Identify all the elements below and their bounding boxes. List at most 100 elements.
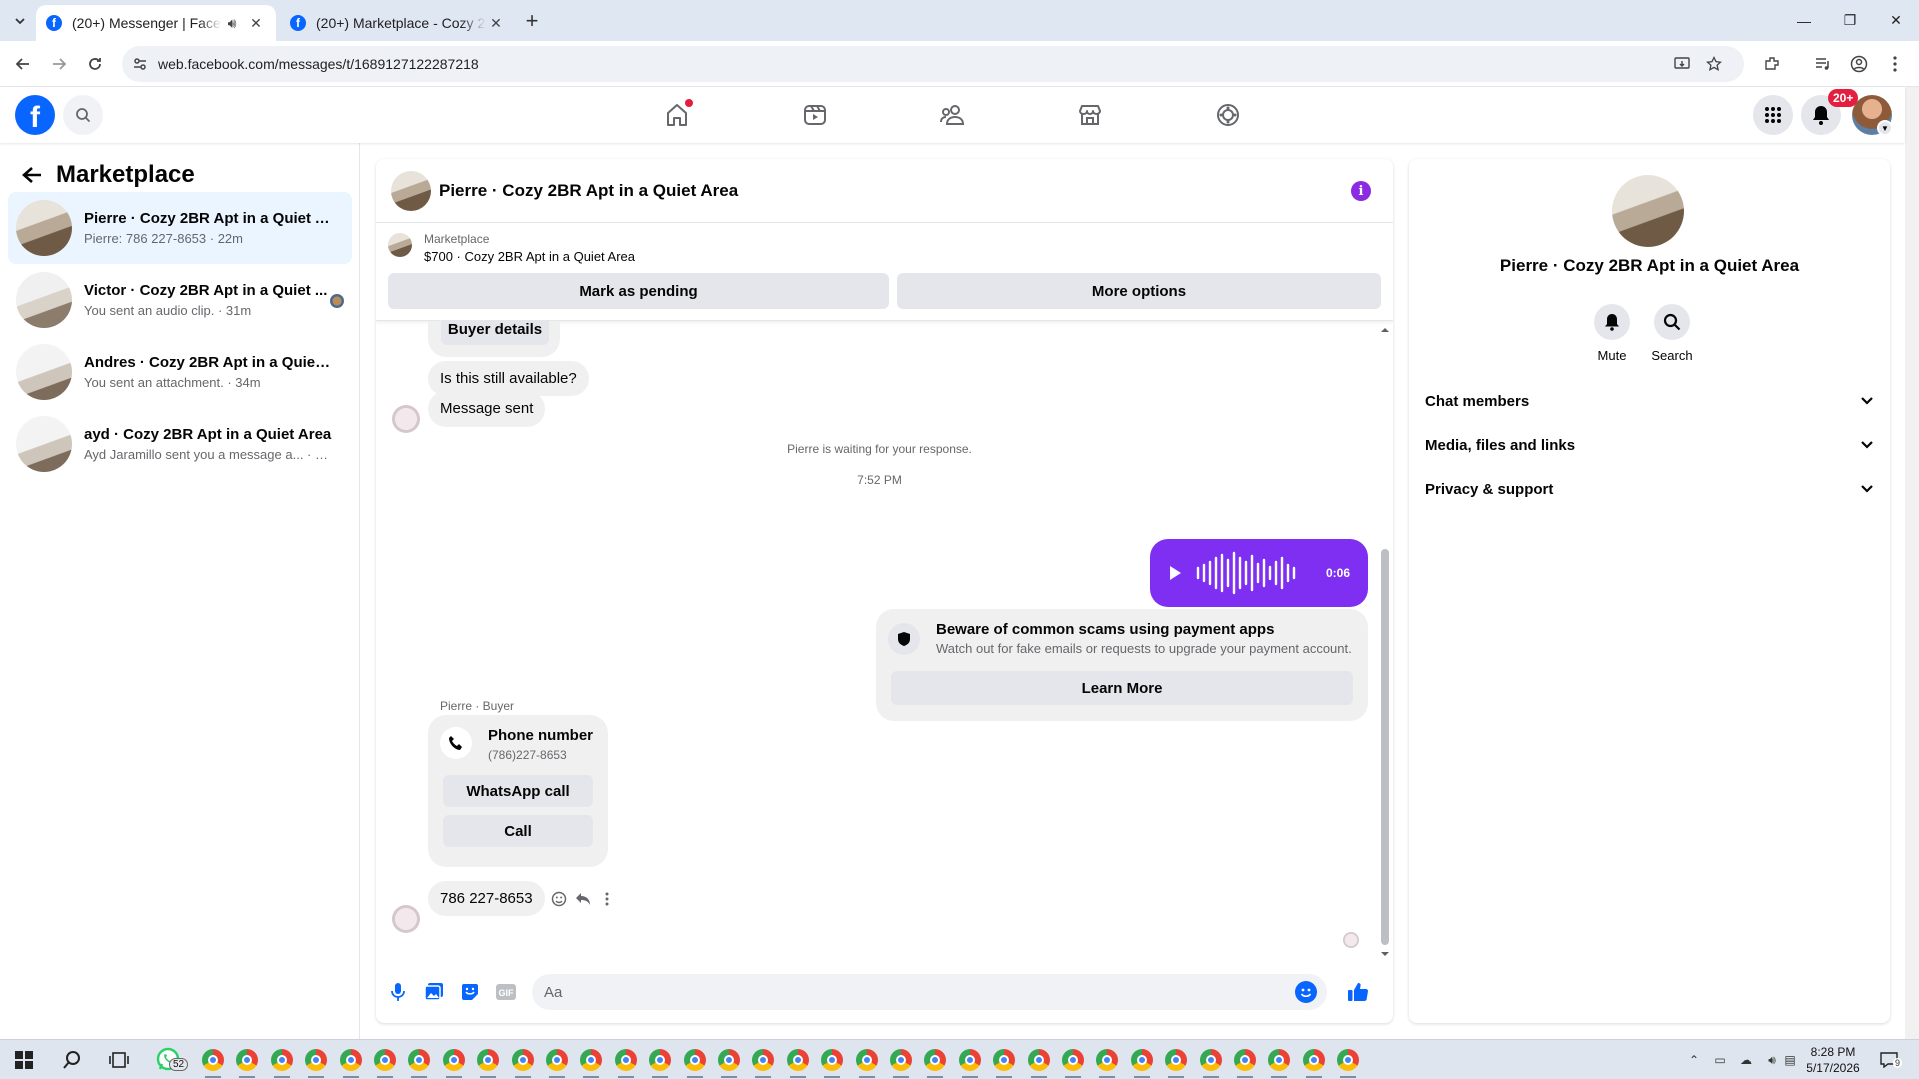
section-privacy-support[interactable]: Privacy & support [1425, 467, 1874, 511]
chrome-taskbar-icon[interactable] [646, 1046, 674, 1078]
call-button[interactable]: Call [443, 815, 593, 847]
listing-thumbnail[interactable] [388, 233, 412, 257]
audio-message[interactable]: 0:06 [1150, 539, 1368, 607]
close-window-button[interactable]: ✕ [1873, 0, 1919, 41]
chrome-taskbar-icon[interactable] [233, 1046, 261, 1078]
thumbs-up-icon[interactable] [1346, 980, 1370, 1004]
back-button[interactable] [9, 50, 37, 78]
close-tab-icon[interactable]: ✕ [486, 13, 506, 33]
section-media-files-links[interactable]: Media, files and links [1425, 423, 1874, 467]
chat-scroll-thumb[interactable] [1381, 549, 1389, 945]
react-emoji-icon[interactable] [548, 888, 570, 910]
nav-home[interactable] [621, 91, 733, 139]
chrome-taskbar-icon[interactable] [612, 1046, 640, 1078]
back-arrow-icon[interactable] [14, 157, 50, 193]
chrome-taskbar-icon[interactable] [681, 1046, 709, 1078]
sticker-icon[interactable] [458, 980, 482, 1004]
chrome-taskbar-icon[interactable] [1128, 1046, 1156, 1078]
message-input[interactable]: Aa [532, 974, 1327, 1010]
chrome-taskbar-icon[interactable] [1059, 1046, 1087, 1078]
chrome-taskbar-icon[interactable] [1025, 1046, 1053, 1078]
emoji-icon[interactable] [1295, 981, 1317, 1003]
chrome-taskbar-icon[interactable] [405, 1046, 433, 1078]
chrome-taskbar-icon[interactable] [474, 1046, 502, 1078]
chat-scrollbar[interactable] [1378, 323, 1392, 959]
browser-tab-messenger[interactable]: f (20+) Messenger | Facebook 🔊︎ ✕ [36, 5, 276, 41]
learn-more-button[interactable]: Learn More [891, 671, 1353, 705]
conversation-item-victor[interactable]: Victor · Cozy 2BR Apt in a Quiet ... You… [8, 264, 352, 336]
tab-search-button[interactable] [8, 9, 32, 33]
chrome-taskbar-icon[interactable] [921, 1046, 949, 1078]
chrome-taskbar-icon[interactable] [1162, 1046, 1190, 1078]
whatsapp-call-button[interactable]: WhatsApp call [443, 775, 593, 807]
install-app-icon[interactable] [1666, 46, 1698, 82]
microphone-icon[interactable] [386, 980, 410, 1004]
windows-start-icon[interactable] [10, 1046, 38, 1074]
page-scrollbar[interactable] [1905, 87, 1919, 1039]
mark-as-pending-button[interactable]: Mark as pending [388, 273, 889, 309]
more-actions-icon[interactable] [596, 888, 618, 910]
conversation-item-pierre[interactable]: Pierre · Cozy 2BR Apt in a Quiet Ar... P… [8, 192, 352, 264]
search-in-conversation-button[interactable]: Search [1642, 304, 1702, 363]
taskbar-clock[interactable]: 8:28 PM 5/17/2026 [1798, 1044, 1868, 1076]
network-icon[interactable]: ▤ [1780, 1050, 1800, 1070]
chevron-down-icon[interactable]: ▼ [1877, 120, 1893, 136]
cloud-icon[interactable]: ☁ [1736, 1050, 1756, 1070]
facebook-logo-icon[interactable]: f [15, 95, 55, 135]
gif-icon[interactable]: GIF [494, 980, 518, 1004]
extensions-icon[interactable] [1758, 50, 1786, 78]
chat-avatar[interactable] [391, 170, 431, 211]
chrome-taskbar-icon[interactable] [337, 1046, 365, 1078]
chrome-taskbar-icon[interactable] [268, 1046, 296, 1078]
chrome-taskbar-icon[interactable] [577, 1046, 605, 1078]
task-view-icon[interactable] [105, 1046, 133, 1074]
chrome-taskbar-icon[interactable] [818, 1046, 846, 1078]
reload-button[interactable] [81, 50, 109, 78]
nav-video[interactable] [759, 91, 871, 139]
listing-price-title[interactable]: $700 · Cozy 2BR Apt in a Quiet Area [424, 249, 635, 264]
chrome-taskbar-icon[interactable] [853, 1046, 881, 1078]
nav-gaming[interactable] [1172, 91, 1284, 139]
media-control-icon[interactable] [1809, 50, 1837, 78]
chrome-taskbar-icon[interactable] [509, 1046, 537, 1078]
chat-title[interactable]: Pierre · Cozy 2BR Apt in a Quiet Area [439, 181, 738, 201]
chrome-taskbar-icon[interactable] [1300, 1046, 1328, 1078]
chrome-taskbar-icon[interactable] [1265, 1046, 1293, 1078]
profile-icon[interactable] [1845, 50, 1873, 78]
close-tab-icon[interactable]: ✕ [246, 13, 266, 33]
nav-marketplace[interactable] [1034, 91, 1146, 139]
search-icon[interactable] [58, 1046, 86, 1074]
chrome-taskbar-icon[interactable] [1093, 1046, 1121, 1078]
bookmark-star-icon[interactable] [1698, 46, 1730, 82]
browser-menu-icon[interactable] [1881, 50, 1909, 78]
chevron-up-icon[interactable]: ⌃ [1684, 1050, 1704, 1070]
forward-button[interactable] [45, 50, 73, 78]
chrome-taskbar-icon[interactable] [1334, 1046, 1362, 1078]
chrome-taskbar-icon[interactable] [749, 1046, 777, 1078]
reply-icon[interactable] [572, 888, 594, 910]
photo-attach-icon[interactable] [422, 980, 446, 1004]
conversation-item-andres[interactable]: Andres · Cozy 2BR Apt in a Quiet ... You… [8, 336, 352, 408]
site-info-icon[interactable] [124, 46, 156, 82]
browser-tab-marketplace[interactable]: f (20+) Marketplace - Cozy 2BR A ✕ [280, 5, 516, 41]
chrome-taskbar-icon[interactable] [302, 1046, 330, 1078]
notification-center-icon[interactable]: 9 [1876, 1050, 1902, 1070]
chrome-taskbar-icon[interactable] [990, 1046, 1018, 1078]
nav-friends[interactable] [897, 91, 1009, 139]
minimize-button[interactable]: — [1781, 0, 1827, 41]
volume-icon[interactable]: 🔊︎ [1762, 1050, 1782, 1070]
restore-button[interactable]: ❐ [1827, 0, 1873, 41]
new-tab-button[interactable]: + [520, 8, 544, 33]
info-icon[interactable]: i [1351, 181, 1371, 201]
speaker-icon[interactable]: 🔊︎ [222, 13, 242, 33]
chrome-taskbar-icon[interactable] [784, 1046, 812, 1078]
menu-button[interactable] [1753, 95, 1793, 135]
chrome-taskbar-icon[interactable] [543, 1046, 571, 1078]
chrome-taskbar-icon[interactable] [1197, 1046, 1225, 1078]
chrome-taskbar-icon[interactable] [371, 1046, 399, 1078]
chrome-taskbar-icon[interactable] [440, 1046, 468, 1078]
chrome-taskbar-icon[interactable] [199, 1046, 227, 1078]
facebook-search-button[interactable] [63, 95, 103, 135]
chrome-taskbar-icon[interactable] [887, 1046, 915, 1078]
mute-button[interactable]: Mute [1582, 304, 1642, 363]
